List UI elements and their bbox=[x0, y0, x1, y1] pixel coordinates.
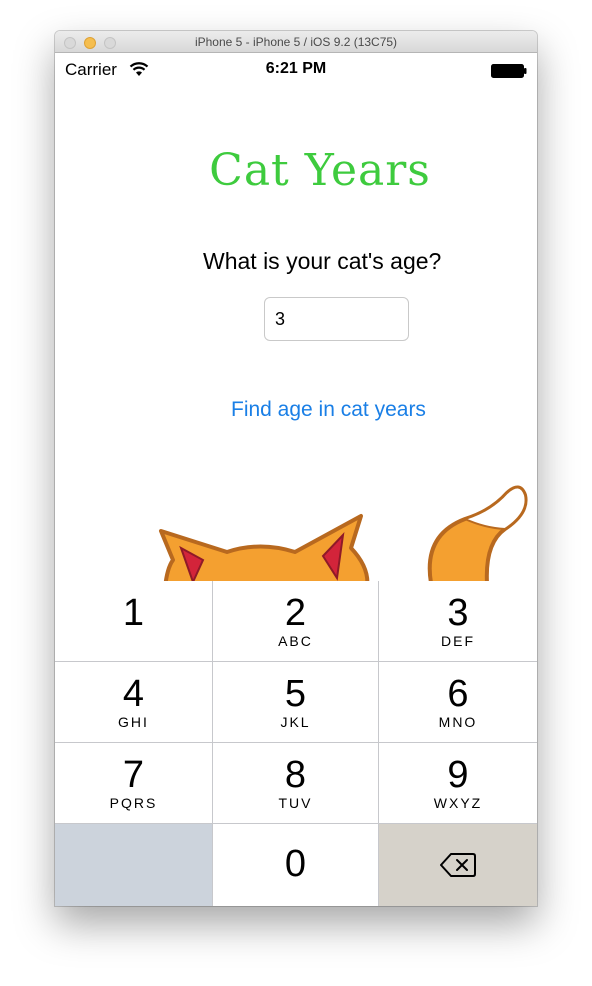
cat-age-input[interactable] bbox=[264, 297, 409, 341]
clock: 6:21 PM bbox=[265, 60, 327, 77]
find-age-button[interactable]: Find age in cat years bbox=[231, 398, 426, 422]
key-0[interactable]: 0 bbox=[213, 824, 379, 906]
title-bar: iPhone 5 - iPhone 5 / iOS 9.2 (13C75) bbox=[55, 31, 537, 53]
key-digit: 4 bbox=[122, 673, 145, 715]
cat-tail-illustration bbox=[427, 485, 528, 583]
key-letters: WXYZ bbox=[433, 795, 483, 811]
age-question-label: What is your cat's age? bbox=[203, 248, 442, 274]
key-7[interactable]: 7 PQRS bbox=[55, 743, 213, 824]
key-3[interactable]: 3 DEF bbox=[379, 581, 537, 662]
key-blank bbox=[55, 824, 213, 906]
cat-ears-illustration bbox=[159, 514, 370, 588]
key-letters: GHI bbox=[118, 714, 149, 730]
window-title: iPhone 5 - iPhone 5 / iOS 9.2 (13C75) bbox=[194, 35, 398, 49]
key-digit: 6 bbox=[447, 673, 469, 715]
key-digit: 5 bbox=[284, 673, 307, 715]
key-letters: TUV bbox=[278, 795, 313, 811]
key-digit: 7 bbox=[122, 754, 145, 796]
number-keypad: 1 2 ABC 3 DEF 4 GHI 5 JKL 6 MNO 7 PQRS 8… bbox=[55, 581, 537, 906]
key-letters: MNO bbox=[438, 714, 478, 730]
key-6[interactable]: 6 MNO bbox=[379, 662, 537, 743]
key-4[interactable]: 4 GHI bbox=[55, 662, 213, 743]
key-digit: 1 bbox=[122, 592, 145, 634]
key-digit: 3 bbox=[447, 592, 469, 634]
app-title: Cat Years bbox=[209, 145, 431, 196]
key-digit: 8 bbox=[284, 754, 307, 796]
key-letters: ABC bbox=[278, 633, 313, 649]
key-1[interactable]: 1 bbox=[55, 581, 213, 662]
key-letters: DEF bbox=[441, 633, 475, 649]
key-8[interactable]: 8 TUV bbox=[213, 743, 379, 824]
key-digit: 0 bbox=[284, 843, 307, 885]
battery-icon bbox=[491, 64, 527, 78]
key-letters: PQRS bbox=[109, 795, 158, 811]
key-digit: 9 bbox=[447, 754, 469, 796]
key-9[interactable]: 9 WXYZ bbox=[379, 743, 537, 824]
backspace-icon bbox=[440, 853, 476, 877]
delete-key[interactable] bbox=[379, 824, 537, 906]
key-2[interactable]: 2 ABC bbox=[213, 581, 379, 662]
key-5[interactable]: 5 JKL bbox=[213, 662, 379, 743]
key-letters: JKL bbox=[280, 714, 311, 730]
simulator-window: iPhone 5 - iPhone 5 / iOS 9.2 (13C75) Ca… bbox=[55, 31, 537, 906]
phone-screen: Carrier 6:21 PM Cat Years What is your c… bbox=[55, 53, 537, 906]
key-digit: 2 bbox=[284, 592, 307, 634]
status-bar: Carrier 6:21 PM bbox=[55, 53, 537, 87]
